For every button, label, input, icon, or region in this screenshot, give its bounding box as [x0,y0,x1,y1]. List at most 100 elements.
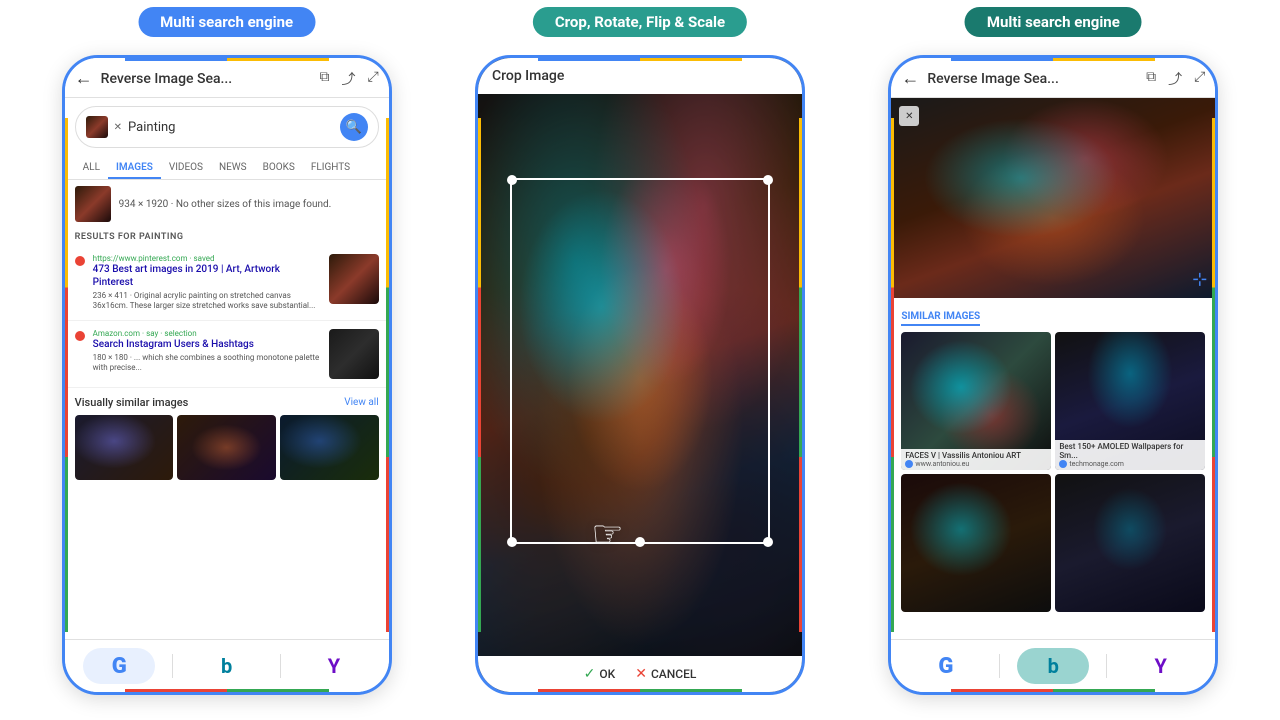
similar-grid-title-1: FACES V | Vassilis Antoniou ART [905,451,1047,460]
result-thumb-2 [329,329,379,379]
middle-left-accent [475,118,481,632]
x-cancel-icon: ✕ [635,666,647,682]
similar-grid-item-2[interactable]: Best 150+ AMOLED Wallpapers for Sm... te… [1055,332,1205,470]
copy-icon[interactable]: ⧉ [319,69,329,89]
similar-grid-info-2: Best 150+ AMOLED Wallpapers for Sm... te… [1055,440,1205,470]
clear-icon[interactable]: ✕ [114,122,122,133]
external-link-icon[interactable]: ⤢ [367,69,378,89]
similar-grid-info-1: FACES V | Vassilis Antoniou ART www.anto… [901,449,1051,470]
right-bottom-nav: G b Y [891,639,1215,692]
right-bing-nav-button[interactable]: b [1017,648,1089,684]
close-button[interactable]: ✕ [899,106,919,126]
right-share-icon[interactable]: ⤴ [1168,69,1182,89]
similar-image-2[interactable] [177,415,276,480]
similar-section: Visually similar images View all [65,388,389,484]
right-google-nav-button[interactable]: G [910,648,982,684]
result-url-2: Amazon.com · say · selection [93,329,321,338]
yahoo-nav-button[interactable]: Y [298,648,370,684]
result-content-1: https://www.pinterest.com · saved 473 Be… [93,254,321,312]
crop-image-area[interactable]: ☞ [478,94,802,656]
result-item-2[interactable]: Amazon.com · say · selection Search Inst… [65,321,389,388]
similar-title: Visually similar images [75,396,189,409]
tab-books[interactable]: BOOKS [255,156,303,179]
bing-nav-button[interactable]: b [191,648,263,684]
hand-cursor-icon: ☞ [591,513,623,555]
right-external-link-icon[interactable]: ⤢ [1194,69,1205,89]
camera-scan-icon[interactable]: ⊹ [1192,269,1207,290]
right-back-icon[interactable]: ← [901,68,919,89]
tab-videos[interactable]: VIDEOS [161,156,211,179]
similar-images [75,415,379,480]
right-badge: Multi search engine [965,7,1142,37]
tab-images[interactable]: IMAGES [108,156,161,179]
bottom-accent [125,689,329,695]
main-painting-preview [891,98,1215,298]
right-nav-divider-1 [999,654,1000,678]
middle-panel: Crop, Rotate, Flip & Scale Crop Image [475,25,805,695]
bing-logo: b [221,654,232,678]
page-title: Reverse Image Sea... [101,71,312,87]
right-bing-logo: b [1048,654,1059,678]
right-copy-icon[interactable]: ⧉ [1146,69,1156,89]
similar-grid-item-3[interactable] [901,474,1051,612]
left-panel: Multi search engine ← Reverse Image Sea.… [62,25,392,695]
similar-header: Visually similar images View all [75,396,379,409]
top-bar-icons: ⧉ ⤴ ⤢ [319,69,378,89]
result-title-2: Search Instagram Users & Hashtags [93,338,321,351]
crop-screen: Crop Image ☞ ✓ OK [478,58,802,692]
middle-badge: Crop, Rotate, Flip & Scale [533,7,747,37]
crop-cancel-button[interactable]: ✕ CANCEL [635,666,696,682]
right-top-bar-icons: ⧉ ⤴ ⤢ [1146,69,1205,89]
middle-right-accent [799,118,805,632]
crop-title: Crop Image [492,68,564,84]
crop-ok-button[interactable]: ✓ OK [584,666,616,682]
crop-box[interactable] [510,178,769,543]
right-right-accent [1212,118,1218,632]
right-top-bar: ← Reverse Image Sea... ⧉ ⤴ ⤢ [891,58,1215,98]
result-item-1[interactable]: https://www.pinterest.com · saved 473 Be… [65,246,389,321]
search-input[interactable]: Painting [128,120,334,135]
middle-top-accent [538,55,742,61]
yahoo-logo: Y [328,654,340,678]
similar-grid-item-1[interactable]: FACES V | Vassilis Antoniou ART www.anto… [901,332,1051,470]
search-bar[interactable]: ✕ Painting 🔍 [75,106,379,148]
result-thumb-1 [329,254,379,304]
right-panel: Multi search engine ← Reverse Image Sea.… [888,25,1218,695]
right-nav-divider-2 [1106,654,1107,678]
middle-bottom-accent [538,689,742,695]
left-badge: Multi search engine [138,7,315,37]
left-phone-frame: ← Reverse Image Sea... ⧉ ⤴ ⤢ ✕ Painting … [62,55,392,695]
crop-bottom-bar: ✓ OK ✕ CANCEL [478,656,802,692]
similar-image-3[interactable] [280,415,379,480]
tab-all[interactable]: ALL [75,156,108,179]
tab-flights[interactable]: FLIGHTS [303,156,358,179]
google-logo: G [112,654,127,679]
back-icon[interactable]: ← [75,68,93,89]
similar-images-label: SIMILAR IMAGES [901,311,980,326]
left-accent [62,118,68,632]
main-image-area: ✕ ⊹ [891,98,1215,298]
image-info-bar: 934 × 1920 · No other sizes of this imag… [65,180,389,228]
ok-label: OK [599,667,615,681]
tab-news[interactable]: NEWS [211,156,255,179]
view-all-button[interactable]: View all [344,397,378,408]
similar-grid-item-4[interactable] [1055,474,1205,612]
results-label: RESULTS FOR PAINTING [65,228,389,246]
right-phone-frame: ← Reverse Image Sea... ⧉ ⤴ ⤢ ✕ ⊹ SIMILAR… [888,55,1218,695]
right-left-accent [888,118,894,632]
similar-grid-url-2: techmonage.com [1059,460,1201,468]
search-button[interactable]: 🔍 [340,113,368,141]
right-yahoo-nav-button[interactable]: Y [1125,648,1197,684]
similar-grid-url-1: www.antoniou.eu [905,460,1047,468]
search-thumbnail [86,116,108,138]
right-page-title: Reverse Image Sea... [927,71,1138,87]
share-icon[interactable]: ⤴ [341,69,355,89]
right-bottom-accent [951,689,1155,695]
similar-image-1[interactable] [75,415,174,480]
site-favicon-1 [905,460,913,468]
google-nav-button[interactable]: G [83,648,155,684]
right-top-accent [951,55,1155,61]
right-accent [386,118,392,632]
crop-inner-area [512,180,767,541]
bottom-nav: G b Y [65,639,389,692]
